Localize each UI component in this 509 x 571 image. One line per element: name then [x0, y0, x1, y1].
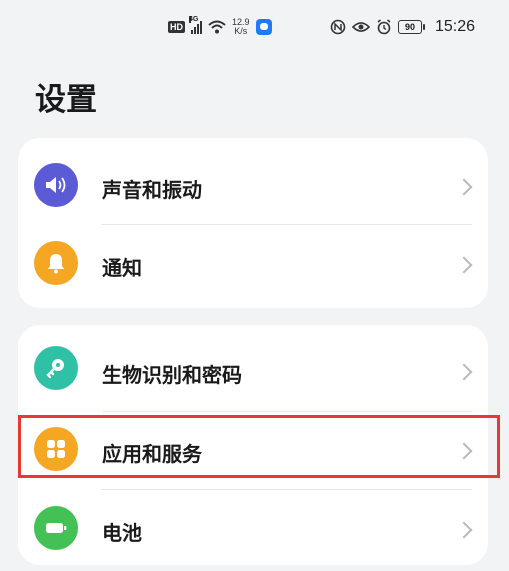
chevron-right-icon	[455, 363, 473, 381]
hd-badge: HD	[168, 21, 185, 33]
chevron-right-icon	[455, 178, 473, 196]
network-speed-unit: K/s	[234, 26, 248, 36]
highlight-annotation	[18, 415, 500, 478]
chevron-right-icon	[455, 256, 473, 274]
settings-item-notifications[interactable]: 通知	[18, 224, 488, 306]
key-icon	[34, 346, 78, 390]
cellular-signal-icon: 4G	[189, 16, 202, 34]
settings-item-label: 电池	[102, 521, 142, 545]
battery-level: 90	[398, 20, 422, 34]
status-bar: HD 4G 12.9 K/s 90 15:26	[0, 0, 509, 62]
status-bar-left: HD 4G 12.9 K/s	[168, 16, 272, 36]
network-type-label: 4G	[189, 16, 199, 23]
nfc-icon	[330, 19, 346, 35]
alarm-icon	[377, 19, 391, 35]
settings-item-battery[interactable]: 电池	[18, 489, 488, 571]
app-notification-icon	[255, 19, 272, 35]
settings-item-sound-vibration[interactable]: 声音和振动	[18, 144, 488, 226]
settings-item-label: 通知	[102, 256, 142, 280]
chevron-right-icon	[455, 521, 473, 539]
bell-icon	[34, 241, 78, 285]
settings-item-label: 生物识别和密码	[102, 363, 242, 387]
wifi-icon	[208, 20, 226, 34]
battery-tip	[423, 24, 425, 30]
speaker-icon	[34, 163, 78, 207]
status-bar-right: 90 15:26	[330, 18, 475, 36]
settings-item-biometrics-password[interactable]: 生物识别和密码	[18, 329, 488, 411]
eye-comfort-icon	[352, 22, 370, 32]
settings-item-label: 声音和振动	[102, 178, 202, 202]
status-time: 15:26	[435, 18, 476, 35]
network-speed: 12.9 K/s	[232, 18, 250, 36]
battery-icon	[34, 506, 78, 550]
battery-indicator: 90	[398, 20, 425, 34]
page-title: 设置	[35, 82, 97, 118]
settings-group-1: 声音和振动 通知	[18, 138, 488, 308]
